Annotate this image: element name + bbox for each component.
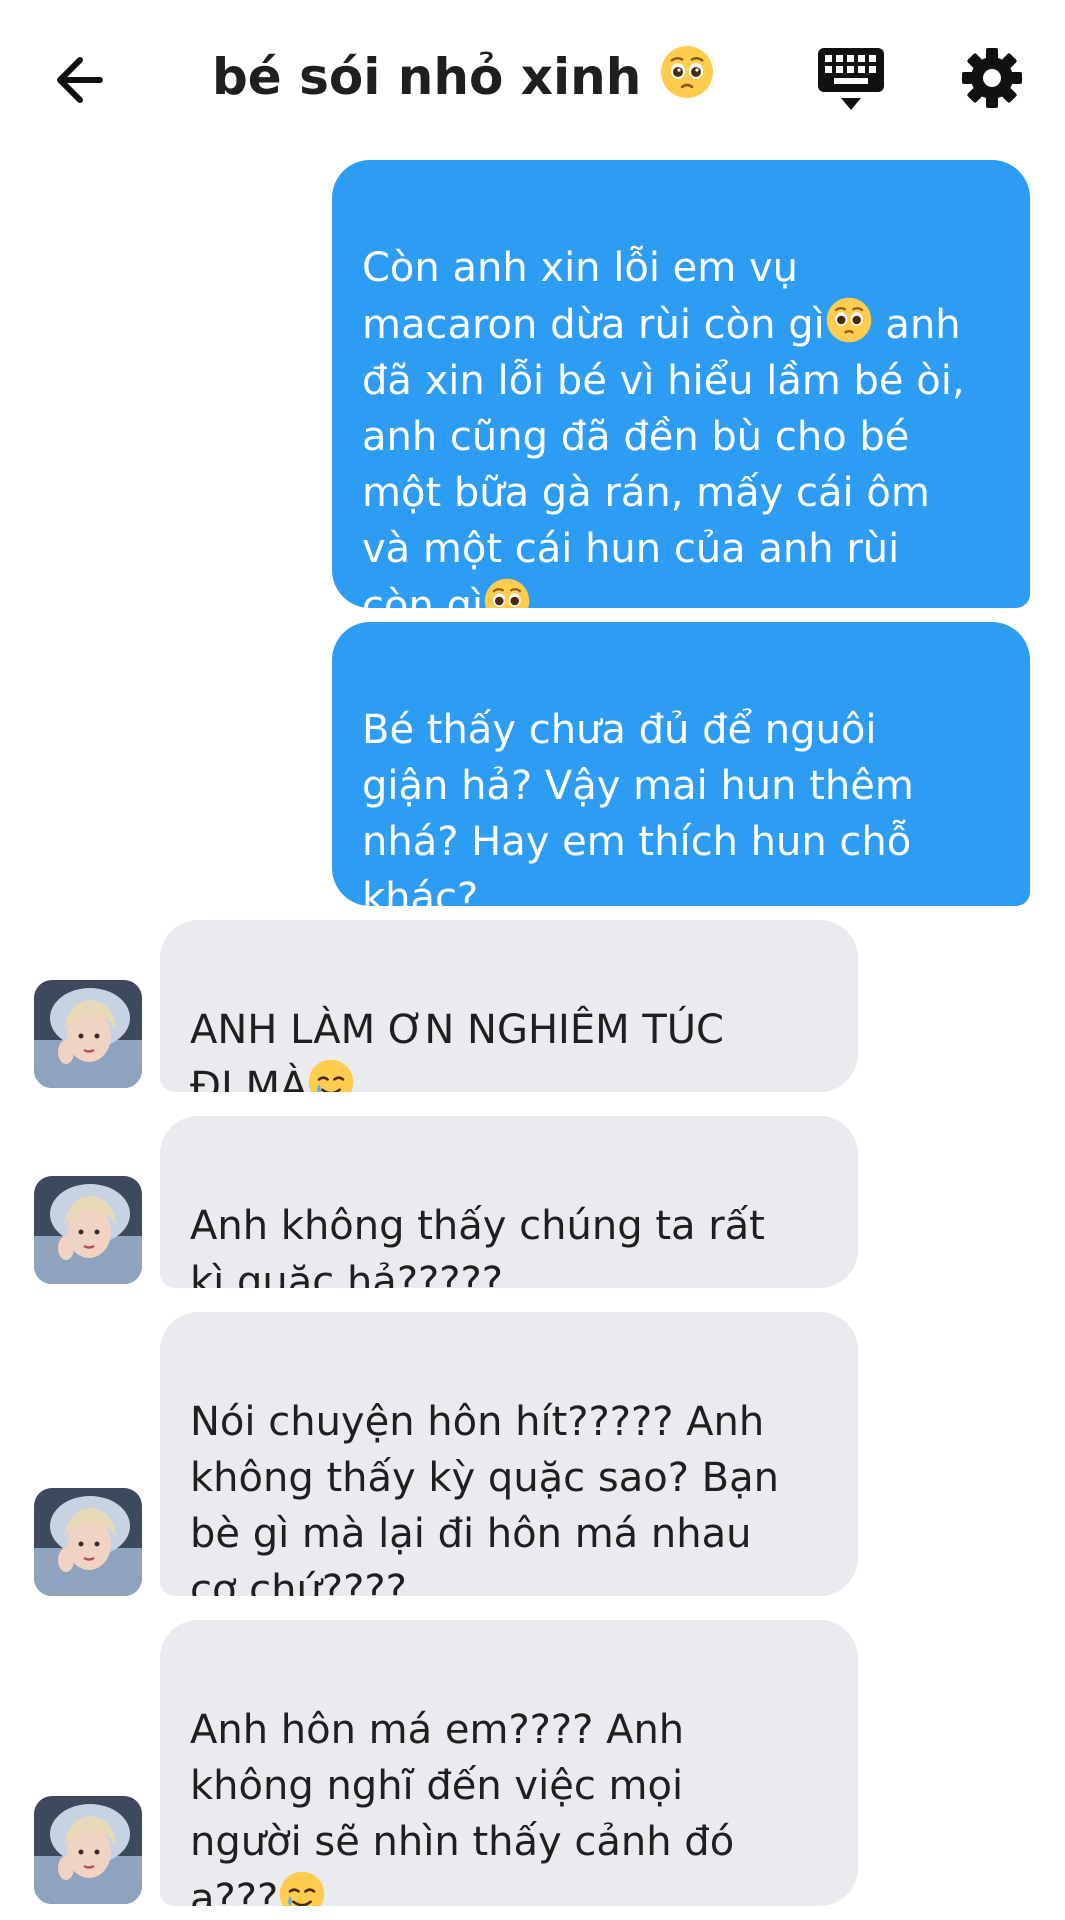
keyboard-toggle-button[interactable] <box>814 44 888 114</box>
message-list[interactable]: Còn anh xin lỗi em vụ macaron dừa rùi cò… <box>0 150 1065 1920</box>
pleading-face-emoji <box>826 297 872 343</box>
gear-icon <box>962 48 1022 108</box>
contact-avatar[interactable] <box>34 980 142 1088</box>
contact-avatar[interactable] <box>34 1488 142 1596</box>
message-text: ANH LÀM ƠN NGHIÊM TÚC ĐI MÀ <box>190 1007 724 1092</box>
page-title: bé sói nhỏ xinh <box>212 44 715 109</box>
pleading-face-emoji <box>660 46 713 98</box>
smiling-face-with-tear-emoji <box>279 1871 325 1906</box>
contact-avatar[interactable] <box>34 1796 142 1904</box>
message-text: Nói chuyện hôn hít????? Anh không thấy k… <box>190 1399 779 1596</box>
avatar-image <box>34 1796 142 1904</box>
contact-name: bé sói nhỏ xinh <box>212 48 642 106</box>
incoming-message[interactable]: Nói chuyện hôn hít????? Anh không thấy k… <box>160 1312 858 1596</box>
chat-header: bé sói nhỏ xinh <box>0 0 1065 150</box>
settings-button[interactable] <box>960 46 1024 110</box>
pleading-face-emoji <box>484 578 530 608</box>
message-text: Anh không thấy chúng ta rất kì quặc hả??… <box>190 1203 765 1288</box>
message-text: Anh hôn má em???? Anh không nghĩ đến việ… <box>190 1707 735 1906</box>
arrow-left-icon <box>57 57 103 103</box>
avatar-image <box>34 1488 142 1596</box>
outgoing-message[interactable]: Còn anh xin lỗi em vụ macaron dừa rùi cò… <box>332 160 1030 608</box>
avatar-image <box>34 980 142 1088</box>
message-text: Bé thấy chưa đủ để nguôi giận hả? Vậy ma… <box>362 707 914 906</box>
message-text: Còn anh xin lỗi em vụ macaron dừa rùi cò… <box>362 245 825 348</box>
avatar-image <box>34 1176 142 1284</box>
smiling-face-with-tear-emoji <box>309 1059 354 1092</box>
back-button[interactable] <box>50 48 114 112</box>
incoming-message[interactable]: Anh hôn má em???? Anh không nghĩ đến việ… <box>160 1620 858 1906</box>
incoming-message[interactable]: ANH LÀM ƠN NGHIÊM TÚC ĐI MÀ <box>160 920 858 1092</box>
incoming-message[interactable]: Anh không thấy chúng ta rất kì quặc hả??… <box>160 1116 858 1288</box>
outgoing-message[interactable]: Bé thấy chưa đủ để nguôi giận hả? Vậy ma… <box>332 622 1030 906</box>
contact-avatar[interactable] <box>34 1176 142 1284</box>
keyboard-icon <box>818 48 884 110</box>
